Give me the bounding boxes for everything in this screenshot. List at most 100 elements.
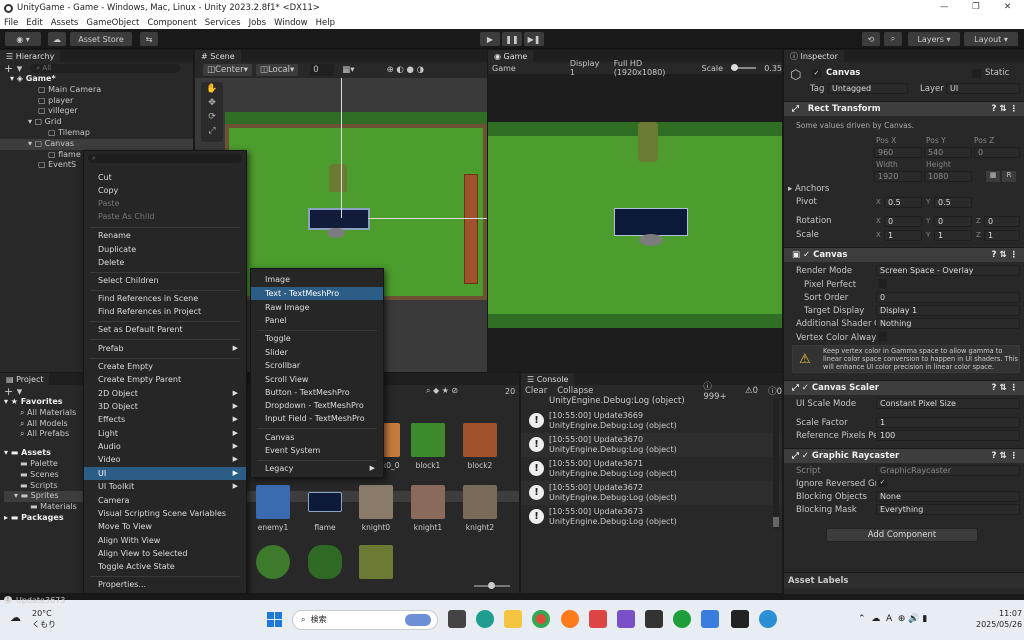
resolution-dropdown[interactable]: Full HD (1920x1080): [614, 59, 694, 77]
tab-inspector[interactable]: ⓘ Inspector: [784, 50, 844, 62]
submenu-item-button-tmp[interactable]: Button - TextMeshPro: [251, 386, 383, 399]
add-icon[interactable]: + ▾: [4, 62, 22, 75]
menu-item-copy[interactable]: Copy: [84, 184, 246, 197]
play-button[interactable]: ▶: [480, 32, 500, 46]
collapse-button[interactable]: Collapse: [557, 386, 593, 396]
blueprint-icon[interactable]: ▦: [986, 171, 1000, 182]
project-tools-icons[interactable]: ⌕ ◆ ★ ⊘: [426, 386, 458, 396]
visual-studio-icon[interactable]: [617, 610, 635, 628]
menu-item-audio[interactable]: Audio ▶: [84, 440, 246, 453]
pause-button[interactable]: ❚❚: [502, 32, 522, 46]
menu-item-delete[interactable]: Delete: [84, 256, 246, 269]
scale-x-field[interactable]: 1: [884, 230, 922, 241]
menu-item-find-refs-project[interactable]: Find References in Project: [84, 305, 246, 318]
layer-dropdown[interactable]: UI: [946, 83, 1020, 94]
thumbnail-size-slider[interactable]: [474, 582, 510, 589]
canvas-component-header[interactable]: ▣ ✓ Canvas? ⇅ ⋮: [784, 247, 1024, 262]
menu-item-paste[interactable]: Paste: [84, 197, 246, 210]
menu-help[interactable]: Help: [316, 18, 335, 28]
ignore-reversed-checkbox[interactable]: ✓: [878, 478, 887, 487]
layers-dropdown[interactable]: Layers ▾: [908, 32, 960, 46]
menu-item-align-view-to-selected[interactable]: Align View to Selected: [84, 547, 246, 560]
hierarchy-item[interactable]: ▾ ▢ Grid: [22, 117, 193, 128]
tray-icons[interactable]: ⌃ ☁ A ⊕ 🔊 ▮: [858, 614, 927, 624]
menu-services[interactable]: Services: [205, 18, 241, 28]
submenu-item-event-system[interactable]: Event System: [251, 444, 383, 457]
warning-count-icon[interactable]: ⚠0: [745, 386, 758, 396]
menu-item-3d-object[interactable]: 3D Object ▶: [84, 400, 246, 413]
menu-gameobject[interactable]: GameObject: [86, 18, 139, 28]
log-entry[interactable]: ! [10:55:00] Update3669 UnityEngine.Debug:…: [521, 409, 782, 433]
submenu-item-text-tmp[interactable]: Text - TextMeshPro: [251, 287, 383, 300]
error-count-icon[interactable]: ⓘ0: [768, 385, 782, 397]
asset-store-button[interactable]: Asset Store: [70, 32, 132, 46]
scale-mode-dropdown[interactable]: Constant Pixel Size: [876, 398, 1020, 409]
rect-transform-header[interactable]: ⤢ Rect Transform? ⇅ ⋮: [784, 101, 1024, 116]
sort-order-field[interactable]: 0: [876, 292, 1020, 303]
asset-item[interactable]: block2: [457, 423, 503, 483]
object-name[interactable]: Canvas: [826, 68, 966, 78]
blocking-objects-dropdown[interactable]: None: [876, 491, 1020, 502]
log-entry[interactable]: ! [10:55:00] Update3672 UnityEngine.Debug:…: [521, 481, 782, 505]
history-icon[interactable]: ⟲: [862, 32, 880, 46]
close-icon[interactable]: ✕: [1004, 2, 1011, 12]
scale-factor-field[interactable]: 1: [876, 417, 1020, 428]
version-control-icon[interactable]: ⇆: [140, 32, 158, 46]
chrome-icon[interactable]: [532, 610, 550, 628]
maximize-icon[interactable]: ❐: [972, 2, 980, 12]
copilot-icon[interactable]: [701, 610, 719, 628]
scale-z-field[interactable]: 1: [984, 230, 1020, 241]
menu-item-toggle-active[interactable]: Toggle Active State: [84, 560, 246, 573]
menu-item-move-to-view[interactable]: Move To View: [84, 520, 246, 533]
ref-pixels-field[interactable]: 100: [876, 430, 1020, 441]
asset-item[interactable]: enemy1: [250, 485, 296, 545]
menu-item-video[interactable]: Video ▶: [84, 453, 246, 466]
menu-item-2d-object[interactable]: 2D Object ▶: [84, 387, 246, 400]
tab-hierarchy[interactable]: ☰ Hierarchy: [0, 50, 61, 62]
submenu-item-raw-image[interactable]: Raw Image: [251, 301, 383, 314]
weather-widget[interactable]: ☁ 20°C くもり: [10, 608, 56, 630]
more-icon[interactable]: ? ⇅ ⋮: [992, 250, 1018, 260]
taskbar-search[interactable]: ⌕ 検索: [292, 610, 438, 630]
display-dropdown[interactable]: Display 1: [570, 59, 606, 77]
graphic-raycaster-header[interactable]: ⤢ ✓ Graphic Raycaster? ⇅ ⋮: [784, 448, 1024, 463]
menu-item-properties[interactable]: Properties...: [84, 578, 246, 591]
more-icon[interactable]: ? ⇅ ⋮: [992, 451, 1018, 461]
menu-item-camera[interactable]: Camera: [84, 494, 246, 507]
menu-item-create-empty-parent[interactable]: Create Empty Parent: [84, 373, 246, 386]
game-mode-dropdown[interactable]: Game: [492, 64, 516, 73]
gizmo-icon[interactable]: ⊕ ◐ ● ◑: [387, 65, 424, 75]
shader-channels-dropdown[interactable]: Nothing: [876, 318, 1020, 329]
settings-icon[interactable]: [759, 610, 777, 628]
unity-editor-icon[interactable]: [731, 610, 749, 628]
submenu-item-toggle[interactable]: Toggle: [251, 332, 383, 345]
cloud-icon[interactable]: ☁: [48, 32, 66, 46]
menu-item-select-children[interactable]: Select Children: [84, 274, 246, 287]
layout-dropdown[interactable]: Layout ▾: [964, 32, 1018, 46]
menu-item-create-empty[interactable]: Create Empty: [84, 360, 246, 373]
snap-field[interactable]: 0: [310, 64, 335, 76]
task-view-icon[interactable]: [448, 610, 466, 628]
tab-game[interactable]: ◉ Game: [488, 50, 534, 62]
menu-item-cut[interactable]: Cut: [84, 171, 246, 184]
submenu-item-slider[interactable]: Slider: [251, 346, 383, 359]
asset-labels-bar[interactable]: Asset Labels: [784, 572, 1024, 588]
submenu-item-scroll-view[interactable]: Scroll View: [251, 373, 383, 386]
hierarchy-item-selected[interactable]: ▾ ▢ Canvas: [0, 138, 193, 150]
anchors-foldout[interactable]: ▸ Anchors: [788, 184, 829, 194]
menu-jobs[interactable]: Jobs: [249, 18, 267, 28]
menu-edit[interactable]: Edit: [26, 18, 42, 28]
submenu-item-legacy[interactable]: Legacy ▶: [251, 462, 383, 475]
submenu-item-image[interactable]: Image: [251, 273, 383, 286]
raw-edit-button[interactable]: R: [1002, 171, 1016, 182]
scale-slider[interactable]: [731, 64, 757, 71]
step-button[interactable]: ▶❚: [524, 32, 544, 46]
more-icon[interactable]: ? ⇅ ⋮: [992, 104, 1018, 114]
tab-project[interactable]: ▤ Project: [0, 373, 50, 385]
pivot-y-field[interactable]: 0.5: [934, 197, 972, 208]
asset-item[interactable]: knight1: [405, 485, 451, 545]
menu-item-set-default-parent[interactable]: Set as Default Parent: [84, 323, 246, 336]
clock[interactable]: 11:07 2025/05/26: [976, 608, 1022, 630]
scene-root[interactable]: ▾ ◈ Game*: [10, 74, 193, 85]
menu-file[interactable]: File: [4, 18, 18, 28]
